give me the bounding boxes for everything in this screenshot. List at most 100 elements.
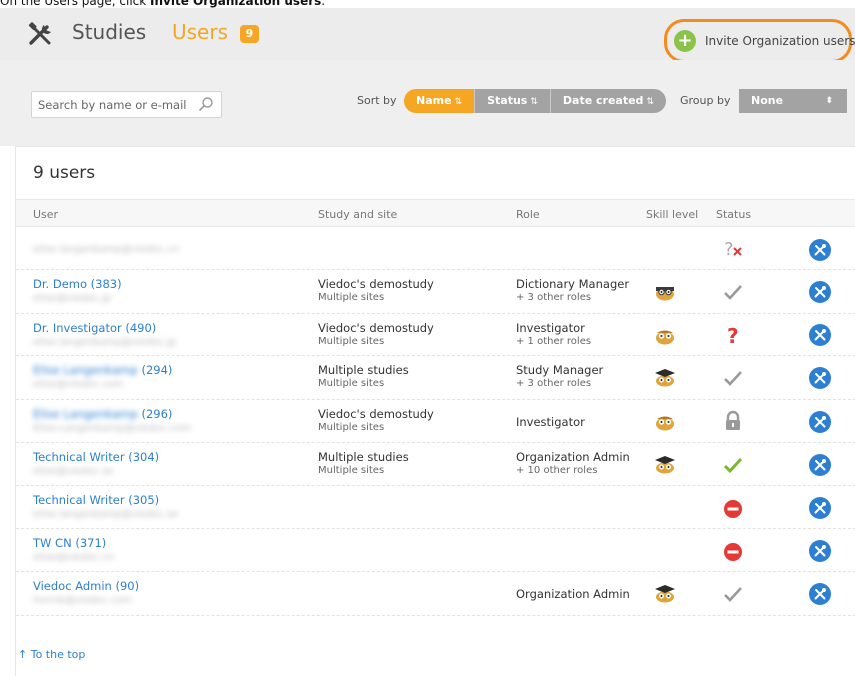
svg-text:?: ? (724, 239, 734, 260)
role-more: + 10 other roles (516, 465, 598, 476)
owl-graduate-icon (655, 585, 675, 603)
role-more: + 3 other roles (516, 292, 592, 303)
user-name-link[interactable]: Technical Writer (305) (33, 493, 179, 507)
owl-glasses-icon (656, 287, 674, 301)
user-settings-button[interactable] (809, 411, 831, 433)
unknown-x-status-icon: ? (724, 239, 742, 260)
table-header: User Study and site Role Skill level Sta… (16, 199, 855, 227)
study-name: Multiple studies (318, 363, 409, 377)
table-row: TW CN (371) elise@viedoc.cn (16, 529, 855, 572)
table-row: Dr. Investigator (490) elise.langenkamp@v… (16, 314, 855, 356)
study-sites: Multiple sites (318, 465, 385, 476)
study-sites: Multiple sites (318, 336, 385, 347)
lock-status-icon (726, 410, 740, 430)
study-name: Viedoc's demostudy (318, 407, 434, 421)
user-settings-button[interactable] (809, 324, 831, 346)
owl-graduate-icon (655, 456, 675, 474)
blocked-status-icon (724, 543, 742, 561)
check-gray-status-icon (724, 371, 742, 386)
user-email: elise.langenkamp@viedoc.jp (33, 337, 177, 348)
study-sites: Multiple sites (318, 292, 385, 303)
study-sites: Multiple sites (318, 378, 385, 389)
nav-studies-link[interactable]: Studies (72, 20, 146, 44)
user-email: elise.langenkamp@viedoc.cn (33, 244, 179, 255)
column-header-skill-level: Skill level (646, 208, 699, 221)
group-by-select[interactable]: None ⬍ (739, 89, 847, 113)
user-email: henrik@viedoc.com (33, 595, 132, 606)
user-settings-button[interactable] (809, 583, 831, 605)
user-email: elise@viedoc.cn (33, 552, 114, 563)
question-red-status-icon: ? (727, 324, 739, 346)
nav-users-link[interactable]: Users (172, 20, 228, 44)
filter-bar: Sort by Name⇅ Status⇅ Date created⇅ Grou… (0, 60, 855, 146)
user-email: elise.langenkamp@viedoc.se (33, 509, 179, 520)
sort-date-created-button[interactable]: Date created ⇅ (550, 89, 666, 113)
user-name-link[interactable]: Elise Langenkamp (294) (33, 363, 172, 377)
group-by-label: Group by (680, 94, 731, 107)
invite-button-label: Invite Organization users (705, 34, 855, 48)
role-name: Organization Admin (516, 587, 630, 601)
table-row: Dr. Demo (383) elise@viedoc.jp Viedoc's d… (16, 270, 855, 314)
to-the-top-link[interactable]: ↑ To the top (18, 648, 85, 661)
select-chevron-icon: ⬍ (825, 96, 833, 106)
role-more: + 1 other roles (516, 336, 592, 347)
role-name: Dictionary Manager (516, 277, 630, 291)
user-email: elise@viedoc.com (33, 379, 124, 390)
user-name-link[interactable]: Dr. Investigator (490) (33, 321, 176, 335)
owl-graduate-icon (655, 369, 675, 387)
table-row: Technical Writer (305) elise.langenkamp@v… (16, 486, 855, 529)
search-input[interactable] (32, 92, 192, 117)
user-settings-button[interactable] (809, 239, 831, 261)
table-row: Technical Writer (304) elise@viedoc.se Mu… (16, 443, 855, 486)
table-row: elise.langenkamp@viedoc.cn ? (16, 228, 855, 270)
sort-arrows-icon: ⇅ (646, 97, 654, 107)
user-settings-button[interactable] (809, 281, 831, 303)
blocked-status-icon (724, 500, 742, 518)
sort-status-button[interactable]: Status ⇅ (475, 89, 551, 113)
column-header-study-site: Study and site (318, 208, 398, 221)
check-gray-status-icon (724, 285, 742, 300)
study-name: Viedoc's demostudy (318, 277, 434, 291)
role-more: + 3 other roles (516, 378, 592, 389)
tools-icon[interactable] (28, 22, 54, 46)
column-header-role: Role (516, 208, 540, 221)
user-name-link[interactable]: Elise Langenkamp (296) (33, 407, 191, 421)
user-name-link[interactable]: Viedoc Admin (90) (33, 579, 139, 593)
user-name-link[interactable]: Dr. Demo (383) (33, 277, 122, 291)
users-card: 9 users User Study and site Role Skill l… (15, 146, 855, 676)
sort-button-group: Name ⇅ Status ⇅ Date created ⇅ (404, 89, 666, 113)
search-box (31, 91, 222, 118)
invite-organization-users-button[interactable]: + Invite Organization users (674, 29, 855, 53)
study-name: Multiple studies (318, 450, 409, 464)
role-name: Investigator (516, 415, 585, 429)
table-row: Elise Langenkamp (296) Elise.Langenkamp@v… (16, 400, 855, 443)
check-green-status-icon (723, 457, 743, 474)
plus-icon: + (674, 30, 696, 52)
user-settings-button[interactable] (809, 497, 831, 519)
user-settings-button[interactable] (809, 367, 831, 389)
table-row: Elise Langenkamp (294) elise@viedoc.com M… (16, 356, 855, 400)
user-settings-button[interactable] (809, 454, 831, 476)
user-email: elise@viedoc.jp (33, 293, 112, 304)
user-settings-button[interactable] (809, 540, 831, 562)
sort-by-label: Sort by (357, 94, 397, 107)
sort-name-button[interactable]: Name ⇅ (404, 89, 476, 113)
study-name: Viedoc's demostudy (318, 321, 434, 335)
invite-highlight-ring: + Invite Organization users (664, 19, 855, 63)
table-row: Viedoc Admin (90) henrik@viedoc.com Organ… (16, 572, 855, 616)
top-navigation-bar: Studies Users 9 + Invite Organization us… (0, 8, 855, 63)
column-header-user: User (33, 208, 59, 221)
sort-arrows-icon: ⇅ (530, 97, 538, 107)
user-name-link[interactable]: TW CN (371) (33, 536, 114, 550)
owl-icon (656, 416, 674, 431)
column-header-status: Status (716, 208, 752, 221)
arrow-up-icon: ↑ (18, 648, 28, 661)
user-name-link[interactable]: Technical Writer (304) (33, 450, 159, 464)
role-name: Study Manager (516, 363, 604, 377)
role-name: Investigator (516, 321, 585, 335)
search-icon[interactable] (198, 96, 214, 112)
study-sites: Multiple sites (318, 422, 385, 433)
user-email: elise@viedoc.se (33, 466, 114, 477)
instruction-text: On the Users page, click Invite Organiza… (0, 0, 326, 8)
user-email: Elise.Langenkamp@viedoc.com (33, 423, 192, 434)
